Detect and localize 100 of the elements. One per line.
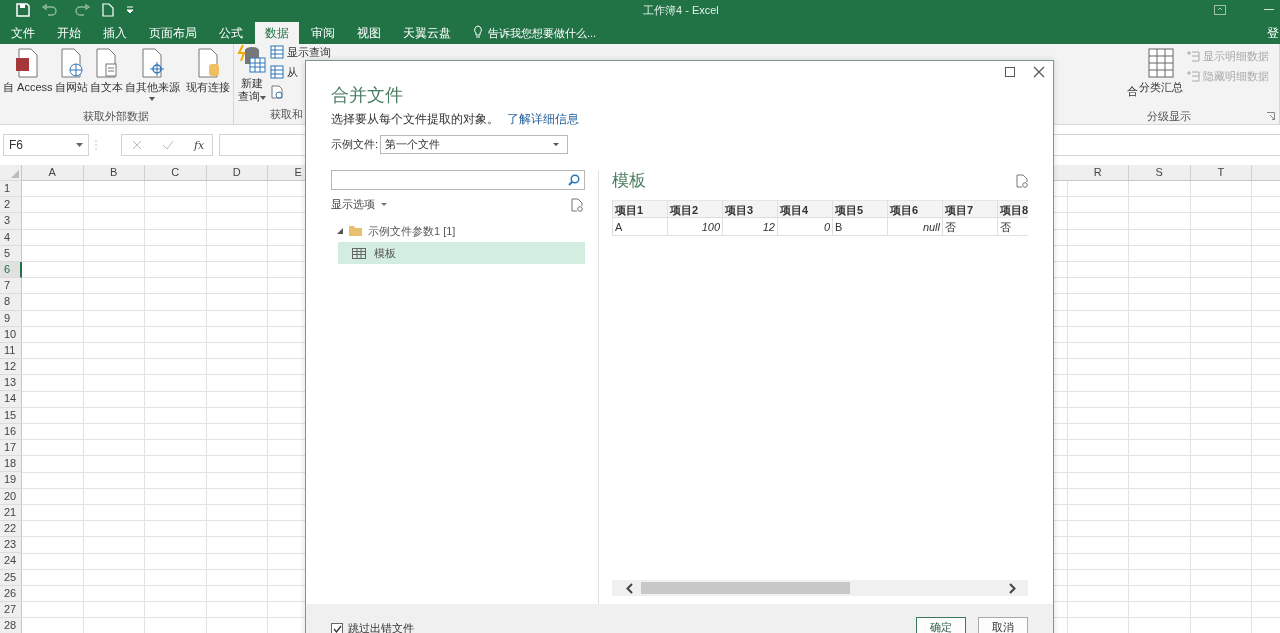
row-header[interactable]: 19 (0, 472, 22, 489)
chevron-left-icon[interactable] (626, 582, 633, 594)
caret-icon (381, 203, 387, 206)
cancel-icon[interactable] (132, 140, 142, 150)
maximize-icon[interactable] (1005, 67, 1015, 77)
sample-file-dropdown[interactable]: 第一个文件 (380, 135, 569, 154)
learn-more-link[interactable]: 了解详细信息 (507, 111, 579, 127)
new-document-icon[interactable] (102, 3, 114, 17)
table-cell: 100 (668, 218, 723, 236)
dialog-launcher-icon[interactable] (1267, 112, 1275, 120)
table-cell: null (888, 218, 943, 236)
preview-title: 模板 (612, 170, 646, 192)
insert-function-button[interactable]: fx (194, 138, 205, 152)
column-header: 项目8 (998, 200, 1028, 218)
new-query-button[interactable]: 新建 查询 (235, 44, 268, 106)
caret-icon (553, 143, 560, 146)
horizontal-scrollbar[interactable] (612, 580, 1028, 596)
ribbon-button[interactable]: 现有连接 (184, 48, 231, 108)
row-header[interactable]: 8 (0, 294, 22, 311)
column-header[interactable]: D (206, 165, 268, 180)
ribbon-button[interactable]: 自文本 (88, 48, 124, 108)
refresh-document-icon[interactable] (1016, 174, 1028, 188)
row-header[interactable]: 2 (0, 197, 22, 214)
group-label: 获取外部数据 (82, 109, 151, 124)
table-cell: B (833, 218, 888, 236)
row-header[interactable]: 17 (0, 440, 22, 457)
row-header[interactable]: 14 (0, 391, 22, 408)
column-header: 项目3 (723, 200, 778, 218)
ribbon-tab[interactable]: 视图 (347, 22, 391, 44)
table-cell: 0 (778, 218, 833, 236)
tree-item[interactable]: 模板 (338, 242, 585, 264)
name-box[interactable]: F6 (3, 134, 89, 156)
document-clock-icon[interactable] (269, 85, 284, 99)
ok-button[interactable]: 确定 (916, 617, 966, 633)
row-header[interactable]: 18 (0, 456, 22, 473)
folder-icon (349, 226, 362, 236)
group-label: 获取和 (268, 107, 302, 122)
column-header: 项目2 (668, 200, 723, 218)
cancel-button[interactable]: 取消 (978, 617, 1028, 633)
row-header[interactable]: 13 (0, 375, 22, 392)
text-document-icon (93, 48, 119, 78)
column-header[interactable]: A (22, 165, 84, 180)
group-label: 分级显示 (1146, 109, 1192, 124)
ribbon-tab[interactable]: 插入 (93, 22, 137, 44)
search-icon (568, 174, 580, 186)
dialog-description: 选择要从每个文件提取的对象。 (331, 111, 499, 127)
tell-me-prompt[interactable]: 告诉我您想要做什么... (488, 22, 597, 44)
caret-icon (76, 143, 83, 147)
check-icon[interactable] (162, 140, 174, 150)
ribbon-tab[interactable]: 开始 (47, 22, 91, 44)
column-header[interactable]: S (1129, 165, 1191, 180)
row-header[interactable]: 3 (0, 213, 22, 230)
undo-icon[interactable] (42, 4, 60, 16)
column-header[interactable]: R (1067, 165, 1129, 180)
column-header[interactable]: C (145, 165, 207, 180)
table-icon (352, 247, 366, 259)
redo-icon[interactable] (72, 4, 90, 16)
row-header[interactable]: 7 (0, 278, 22, 295)
field-label: 示例文件: (331, 137, 379, 152)
column-header: 项目1 (613, 200, 668, 218)
minimize-icon[interactable] (1264, 9, 1274, 11)
search-field[interactable] (331, 170, 585, 190)
customize-icon[interactable] (126, 6, 134, 14)
ribbon-tab[interactable]: 审阅 (301, 22, 345, 44)
tree-item[interactable]: 示例文件参数1 [1] (331, 220, 585, 242)
subtotal-button[interactable]: 分类汇总 (1138, 48, 1184, 108)
checkbox[interactable] (331, 622, 343, 633)
group-button-label[interactable]: 合 (1127, 84, 1138, 99)
ribbon-button[interactable]: 自网站 (53, 48, 89, 108)
close-icon[interactable] (1033, 66, 1045, 78)
ribbon-button[interactable]: 自其他来源 (123, 48, 181, 108)
table-cell: 否 (998, 218, 1028, 236)
ribbon-tab[interactable]: 文件 (1, 22, 45, 44)
ribbon-small-button[interactable]: 显示查询 (269, 44, 331, 60)
ribbon-tab[interactable]: 公式 (209, 22, 253, 44)
row-header[interactable]: 1 (0, 181, 22, 198)
save-icon[interactable] (16, 3, 30, 17)
ribbon-tab[interactable]: 天翼云盘 (393, 22, 461, 44)
column-header[interactable]: B (83, 165, 145, 180)
sign-in-link[interactable]: 登 (1267, 22, 1279, 44)
chevron-right-icon[interactable] (1009, 582, 1016, 594)
outline-rows-icon (1186, 50, 1200, 62)
ribbon-options-icon[interactable] (1214, 5, 1226, 15)
refresh-document-icon[interactable] (571, 197, 583, 212)
table-cell: 12 (723, 218, 778, 236)
ribbon-tab[interactable]: 数据 (255, 22, 299, 44)
table-cell: 否 (943, 218, 998, 236)
display-options-button[interactable]: 显示选项 (331, 197, 387, 212)
ribbon-button[interactable]: 自 Access (2, 48, 54, 108)
column-header: 项目7 (943, 200, 998, 218)
lightbulb-icon (473, 25, 483, 38)
row-header[interactable]: 24 (0, 553, 22, 570)
row-header[interactable]: 12 (0, 359, 22, 376)
window-title: 工作簿4 - Excel (643, 3, 719, 18)
column-header: 项目6 (888, 200, 943, 218)
column-header: 项目4 (778, 200, 833, 218)
ribbon-tab[interactable]: 页面布局 (139, 22, 207, 44)
column-header[interactable]: T (1190, 165, 1252, 180)
row-header[interactable]: 23 (0, 537, 22, 554)
row-header[interactable]: 28 (0, 618, 22, 633)
